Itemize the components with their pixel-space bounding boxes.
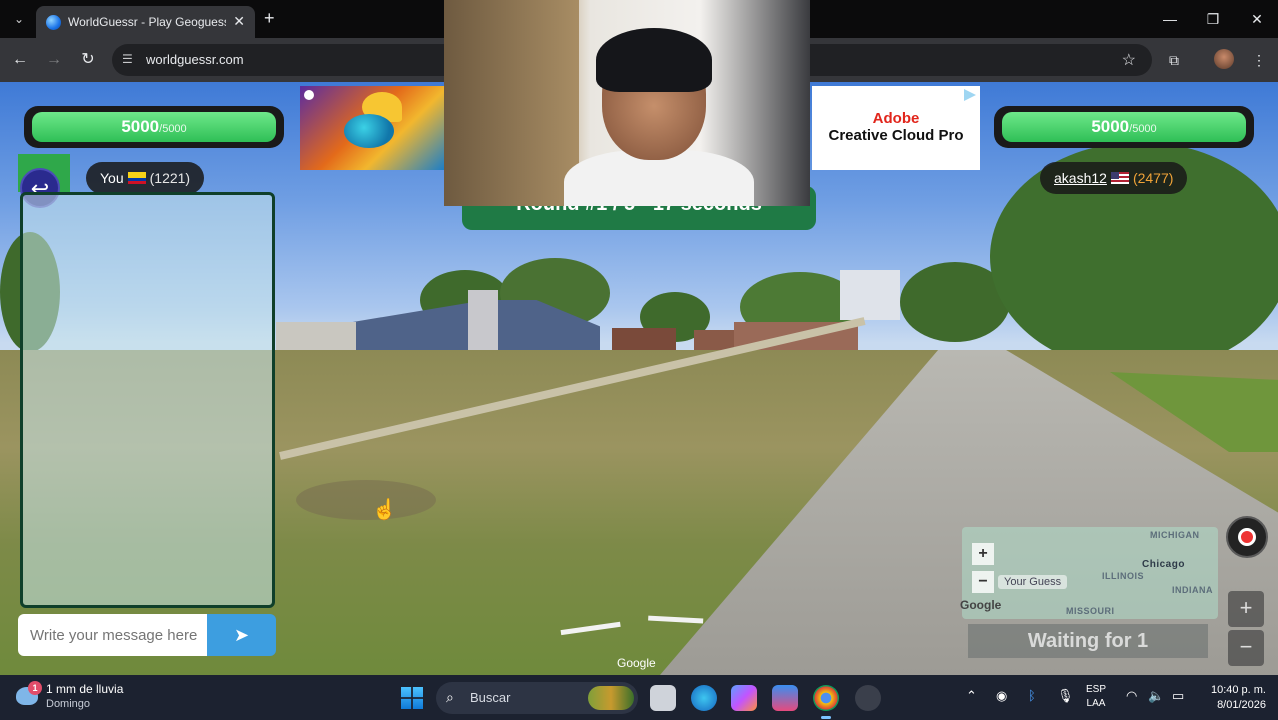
ad-badge-icon — [304, 90, 314, 100]
extensions-icon[interactable]: ⧉ — [1163, 49, 1185, 71]
webcam-person-headphones — [596, 28, 712, 92]
menu-icon[interactable]: ⋮ — [1248, 49, 1270, 71]
waiting-status: Waiting for 1 — [968, 624, 1208, 658]
movement-indicator[interactable] — [296, 480, 436, 520]
send-icon: ➤ — [233, 625, 250, 645]
tab-close-icon[interactable]: ✕ — [233, 13, 245, 30]
taskbar-search[interactable]: ⌕ Buscar — [436, 682, 638, 714]
your-guess-marker: Your Guess — [998, 575, 1068, 589]
browser-tab[interactable]: WorldGuessr - Play Geoguessr Free ✕ — [36, 6, 255, 38]
usa-flag-icon — [1110, 172, 1129, 184]
edge-icon[interactable] — [691, 685, 717, 711]
chat-input-wrapper[interactable] — [18, 614, 208, 656]
new-tab-icon[interactable]: + — [264, 8, 275, 29]
search-icon: ⌕ — [446, 689, 454, 705]
minimap-zoom-in-button[interactable]: + — [972, 543, 994, 565]
windows-start-icon[interactable] — [401, 687, 423, 709]
minimize-icon[interactable]: — — [1160, 9, 1180, 29]
zoom-in-button[interactable]: + — [1228, 591, 1264, 627]
weather-title[interactable]: 1 mm de lluvia — [46, 682, 123, 696]
clock-time: 10:40 p. m. — [1210, 684, 1266, 696]
opponent-badge[interactable]: akash12 (2477) — [1040, 162, 1188, 194]
minimap-zoom-out-button[interactable]: − — [972, 571, 994, 593]
bluetooth-icon[interactable]: ᛒ — [1028, 688, 1036, 703]
webcam-background-door — [444, 0, 579, 206]
language-indicator[interactable]: ESP LAA — [1086, 683, 1106, 711]
opponent-score-max: /5000 — [1129, 123, 1157, 135]
maximize-icon[interactable]: ❐ — [1203, 9, 1223, 29]
back-arrow-icon[interactable]: ← — [9, 49, 31, 71]
obs-icon[interactable] — [855, 685, 881, 711]
tab-search-icon[interactable]: ⌄ — [10, 10, 28, 28]
map-toggle-button[interactable] — [1226, 516, 1268, 558]
forward-arrow-icon[interactable]: → — [43, 49, 65, 71]
tray-overflow-icon[interactable]: ⌃ — [966, 688, 977, 704]
task-view-icon[interactable] — [650, 685, 676, 711]
keyboard-layout: LAA — [1086, 698, 1106, 709]
tab-title: WorldGuessr - Play Geoguessr Free — [68, 15, 226, 29]
colombia-flag-icon — [127, 172, 146, 184]
close-icon[interactable]: ✕ — [1247, 9, 1267, 29]
copilot-icon[interactable] — [731, 685, 757, 711]
weather-day: Domingo — [46, 698, 91, 710]
battery-icon[interactable]: ▭ — [1172, 688, 1184, 704]
opponent-score-fill: 5000/5000 — [1002, 112, 1246, 142]
opponent-score-bar: 5000/5000 — [994, 106, 1254, 148]
player-score-value: 5000 — [121, 117, 160, 136]
map-label: Chicago — [1142, 559, 1185, 570]
send-message-button[interactable]: ➤ — [207, 614, 276, 656]
profile-avatar[interactable] — [1214, 49, 1234, 69]
map-label: INDIANA — [1172, 585, 1213, 595]
worldguessr-favicon-icon — [46, 15, 61, 30]
wifi-icon[interactable]: ◠ — [1126, 688, 1137, 704]
bookmark-star-icon[interactable]: ☆ — [1122, 50, 1136, 70]
bird-body — [344, 114, 394, 148]
map-pin-icon — [1238, 528, 1256, 546]
clock-date: 8/01/2026 — [1217, 699, 1266, 711]
map-label: ILLINOIS — [1102, 571, 1144, 581]
player-score-fill: 5000/5000 — [32, 112, 276, 142]
search-highlight-image — [588, 686, 634, 710]
language-code: ESP — [1086, 684, 1107, 695]
player-score-max: /5000 — [159, 123, 187, 135]
adobe-product-text: Creative Cloud Pro — [828, 127, 964, 144]
opponent-name[interactable]: akash12 — [1054, 170, 1107, 186]
system-clock[interactable]: 10:40 p. m. 8/01/2026 — [1202, 683, 1266, 713]
player-label: You — [100, 170, 124, 186]
windows-taskbar: 1 1 mm de lluvia Domingo ⌕ Buscar ⌃ ◉ ᛒ … — [0, 675, 1278, 720]
weather-badge: 1 — [28, 681, 42, 695]
chat-message-input[interactable] — [18, 614, 208, 656]
map-label: MICHIGAN — [1150, 530, 1200, 540]
site-info-icon[interactable]: ☰ — [122, 52, 133, 66]
adobe-brand-text: Adobe — [872, 110, 920, 127]
adobe-ad[interactable]: Adobe Creative Cloud Pro — [812, 86, 980, 170]
player-elo: (1221) — [149, 170, 191, 186]
tray-app-icon[interactable]: ◉ — [996, 688, 1007, 704]
map-google-attribution: Google — [960, 598, 1002, 612]
mouse-pointer-icon: ☝ — [372, 499, 397, 521]
store-icon[interactable] — [772, 685, 798, 711]
microphone-icon[interactable]: 🎙 — [1057, 688, 1074, 704]
reload-icon[interactable]: ↻ — [77, 49, 99, 71]
player-badge: You (1221) — [86, 162, 205, 194]
chat-panel — [20, 192, 275, 608]
taskbar-search-text: Buscar — [470, 690, 511, 705]
zoom-out-button[interactable]: − — [1228, 630, 1264, 666]
ad-choices-icon[interactable] — [964, 89, 976, 101]
opponent-score-value: 5000 — [1091, 117, 1130, 136]
bird-ad-image[interactable] — [300, 86, 444, 170]
url-text: worldguessr.com — [146, 52, 244, 67]
webcam-overlay — [444, 0, 810, 206]
player-score-bar: 5000/5000 — [24, 106, 284, 148]
map-label: MISSOURI — [1066, 606, 1115, 616]
volume-icon[interactable]: 🔈 — [1148, 688, 1164, 704]
google-watermark: Google — [617, 656, 656, 670]
chrome-icon[interactable] — [813, 685, 839, 719]
opponent-elo: (2477) — [1132, 170, 1174, 186]
